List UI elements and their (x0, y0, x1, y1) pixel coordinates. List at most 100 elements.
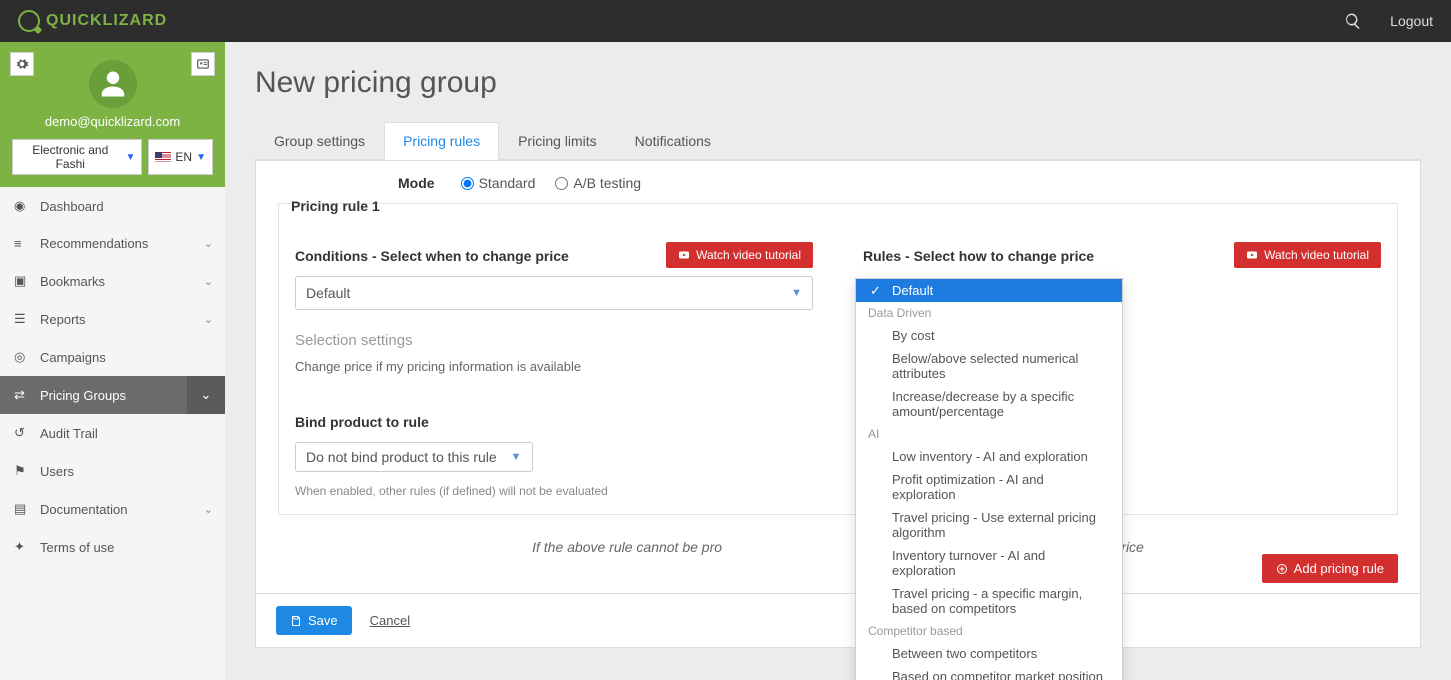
rules-option[interactable]: Below/above selected numerical attribute… (856, 347, 1122, 385)
tab-pricing-rules[interactable]: Pricing rules (384, 122, 499, 160)
rule-title: Pricing rule 1 (291, 198, 380, 214)
nav-label: Bookmarks (40, 274, 105, 289)
save-button[interactable]: Save (276, 606, 352, 635)
mode-ab-input[interactable] (555, 177, 568, 190)
rules-option[interactable]: By cost (856, 324, 1122, 347)
nav-icon: ◉ (14, 198, 30, 214)
youtube-icon (678, 249, 690, 261)
flag-us-icon (155, 152, 171, 163)
avatar (89, 60, 137, 108)
rules-group-ai: AI (856, 423, 1122, 445)
mode-label: Mode (398, 175, 435, 191)
brand-text: QUICKLIZARD (46, 12, 167, 30)
rules-option[interactable]: Low inventory - AI and exploration (856, 445, 1122, 468)
rules-group-data-driven: Data Driven (856, 302, 1122, 324)
brand: QUICKLIZARD (18, 10, 167, 32)
nav-label: Dashboard (40, 199, 104, 214)
chevron-down-icon: ⌄ (204, 313, 213, 326)
fallback-text: If the above rule cannot be pro cessed, … (278, 539, 1398, 555)
sidebar-item-pricing-groups[interactable]: ⇄ Pricing Groups ⌄ (0, 376, 225, 414)
bind-dropdown[interactable]: Do not bind product to this rule ▼ (295, 442, 533, 472)
watch-tutorial-label: Watch video tutorial (1264, 248, 1369, 262)
sidebar-item-documentation[interactable]: ▤Documentation⌄ (0, 490, 225, 528)
rules-option[interactable]: Increase/decrease by a specific amount/p… (856, 385, 1122, 423)
chevron-down-icon[interactable]: ⌄ (187, 376, 225, 414)
rules-option[interactable]: Between two competitors (856, 642, 1122, 665)
main-content: New pricing group Group settingsPricing … (225, 42, 1451, 680)
sidebar-item-users[interactable]: ⚑Users (0, 452, 225, 490)
nav-label: Campaigns (40, 350, 106, 365)
nav-label: Documentation (40, 502, 127, 517)
nav-icon: ☰ (14, 311, 30, 327)
user-email: demo@quicklizard.com (12, 114, 213, 129)
mode-ab-radio[interactable]: A/B testing (555, 175, 641, 191)
id-card-button[interactable] (191, 52, 215, 76)
sidebar-item-campaigns[interactable]: ◎ Campaigns (0, 338, 225, 376)
mode-standard-input[interactable] (461, 177, 474, 190)
footer-actions: Save Cancel (255, 594, 1421, 648)
tab-notifications[interactable]: Notifications (616, 122, 730, 159)
chevron-down-icon: ▼ (791, 287, 802, 299)
sidebar-item-recommendations[interactable]: ≡Recommendations⌄ (0, 225, 225, 262)
nav-icon: ✦ (14, 539, 30, 555)
rules-option[interactable]: Inventory turnover - AI and exploration (856, 544, 1122, 582)
rules-dropdown-open[interactable]: DefaultData DrivenBy costBelow/above sel… (855, 278, 1123, 680)
conditions-column: Watch video tutorial Conditions - Select… (295, 248, 813, 498)
page-title: New pricing group (255, 66, 1421, 100)
nav-label: Audit Trail (40, 426, 98, 441)
mode-ab-label: A/B testing (573, 175, 641, 191)
nav-icon: ↺ (14, 425, 30, 441)
search-icon[interactable] (1344, 12, 1362, 30)
sidebar-item-audit-trail[interactable]: ↺ Audit Trail (0, 414, 225, 452)
watch-tutorial-rules-button[interactable]: Watch video tutorial (1234, 242, 1381, 268)
logout-link[interactable]: Logout (1390, 13, 1433, 29)
rules-option[interactable]: Based on competitor market position (856, 665, 1122, 680)
rules-option[interactable]: Travel pricing - Use external pricing al… (856, 506, 1122, 544)
bind-helper: When enabled, other rules (if defined) w… (295, 484, 813, 498)
nav-label: Pricing Groups (40, 388, 126, 403)
rules-group-competitor-based: Competitor based (856, 620, 1122, 642)
watch-tutorial-conditions-button[interactable]: Watch video tutorial (666, 242, 813, 268)
rules-option[interactable]: Travel pricing - a specific margin, base… (856, 582, 1122, 620)
fallback-visible-left: If the above rule cannot be pro (532, 539, 722, 555)
bind-value: Do not bind product to this rule (306, 449, 497, 465)
chevron-down-icon: ▼ (511, 451, 522, 463)
store-selector[interactable]: Electronic and Fashi▼ (12, 139, 142, 175)
sidebar-item-dashboard[interactable]: ◉ Dashboard (0, 187, 225, 225)
rules-option[interactable]: Profit optimization - AI and exploration (856, 468, 1122, 506)
sidebar-item-bookmarks[interactable]: ▣Bookmarks⌄ (0, 262, 225, 300)
nav-label: Terms of use (40, 540, 114, 555)
sidebar-item-reports[interactable]: ☰ Reports ⌄ (0, 300, 225, 338)
topbar-right: Logout (1344, 12, 1433, 30)
chevron-down-icon: ▼ (196, 152, 206, 163)
selection-settings-label: Selection settings (295, 332, 813, 349)
store-selector-label: Electronic and Fashi (19, 143, 122, 171)
conditions-value: Default (306, 285, 350, 301)
save-label: Save (308, 613, 338, 628)
rule-box: Pricing rule 1 Watch video tutorial Cond… (278, 203, 1398, 515)
settings-gear-button[interactable] (10, 52, 34, 76)
nav-icon: ⇄ (14, 387, 30, 403)
mode-line: Mode Standard A/B testing (398, 175, 1398, 191)
nav-icon: ▤ (14, 501, 30, 517)
add-pricing-rule-button[interactable]: Add pricing rule (1262, 554, 1398, 583)
mode-standard-radio[interactable]: Standard (461, 175, 536, 191)
chevron-down-icon: ⌄ (204, 237, 213, 250)
nav-icon: ◎ (14, 349, 30, 365)
mode-standard-label: Standard (479, 175, 536, 191)
cancel-link[interactable]: Cancel (370, 613, 410, 628)
nav-list: ◉ Dashboard ≡Recommendations⌄ ▣ Bookmarks ⌄ ☰ R… (0, 187, 225, 566)
sidebar-item-terms-of-use[interactable]: ✦ Terms of use (0, 528, 225, 566)
rules-column: Watch video tutorial Rules - Select how … (863, 248, 1381, 498)
rules-option-default[interactable]: Default (856, 279, 1122, 302)
plus-circle-icon (1276, 563, 1288, 575)
tab-pricing-limits[interactable]: Pricing limits (499, 122, 616, 159)
nav-icon: ▣ (14, 273, 30, 289)
language-selector[interactable]: EN ▼ (148, 139, 213, 175)
language-label: EN (175, 150, 192, 164)
watch-tutorial-label: Watch video tutorial (696, 248, 801, 262)
add-rule-label: Add pricing rule (1294, 561, 1384, 576)
conditions-dropdown[interactable]: Default ▼ (295, 276, 813, 310)
tab-group-settings[interactable]: Group settings (255, 122, 384, 159)
nav-label: Reports (40, 312, 86, 327)
